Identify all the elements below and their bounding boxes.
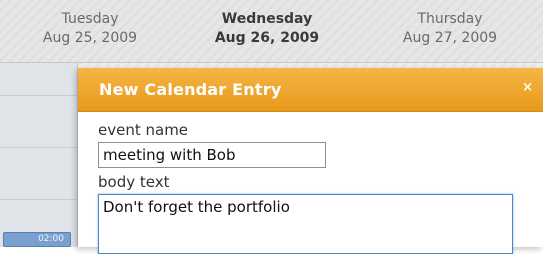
event-name-input[interactable]: [98, 142, 326, 168]
day-weekday: Wednesday: [221, 11, 313, 27]
close-icon[interactable]: ×: [522, 80, 533, 95]
gutter-divider: [0, 199, 78, 200]
gutter-divider: [0, 147, 78, 148]
event-name-label: event name: [98, 121, 189, 139]
day-column-thursday[interactable]: Thursday Aug 27, 2009: [390, 10, 510, 48]
day-weekday: Thursday: [417, 11, 483, 27]
dialog-body: event name body text Don't forget the po…: [98, 120, 528, 254]
new-entry-dialog: New Calendar Entry × event name body tex…: [78, 68, 543, 254]
day-date: Aug 25, 2009: [42, 30, 138, 46]
dialog-title: New Calendar Entry: [99, 80, 282, 99]
gutter-divider: [0, 95, 78, 96]
body-text-label: body text: [98, 173, 170, 191]
time-gutter: [0, 63, 78, 247]
time-slot-label[interactable]: 02:00: [3, 232, 71, 247]
day-date: Aug 26, 2009: [214, 30, 320, 46]
day-column-tuesday[interactable]: Tuesday Aug 25, 2009: [30, 10, 150, 48]
body-text-textarea[interactable]: Don't forget the portfolio: [98, 194, 513, 254]
day-weekday: Tuesday: [61, 11, 119, 27]
day-column-wednesday[interactable]: Wednesday Aug 26, 2009: [202, 10, 332, 48]
day-date: Aug 27, 2009: [402, 30, 498, 46]
calendar-header: Tuesday Aug 25, 2009 Wednesday Aug 26, 2…: [0, 0, 543, 63]
dialog-header[interactable]: New Calendar Entry ×: [78, 68, 543, 112]
